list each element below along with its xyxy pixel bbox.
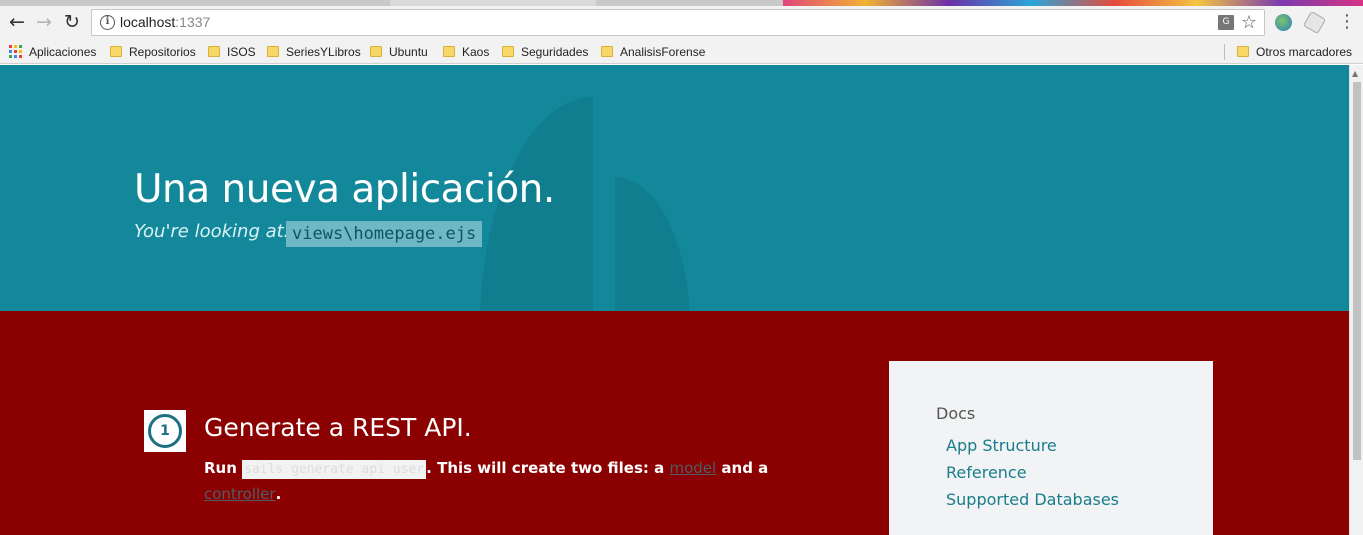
step-text: . [275, 485, 282, 503]
bookmark-label: Seguridades [521, 44, 589, 59]
step-text: . This will create two files: a [426, 459, 665, 477]
folder-icon [370, 46, 382, 57]
bookmarks-divider [1224, 44, 1225, 60]
bookmark-folder[interactable]: ISOS [208, 43, 256, 60]
bookmark-folder[interactable]: Kaos [443, 43, 489, 60]
bookmark-folder[interactable]: AnalisisForense [601, 43, 705, 60]
view-filename: views\homepage.ejs [286, 221, 483, 247]
bookmark-label: Otros marcadores [1256, 44, 1353, 59]
sailboat-logo-shape [615, 177, 690, 311]
docs-link-supported-databases[interactable]: Supported Databases [946, 490, 1119, 509]
extension-globe-icon[interactable] [1275, 14, 1292, 31]
bookmark-folder[interactable]: Seguridades [502, 43, 588, 60]
scroll-up-arrow-icon[interactable]: ▲ [1352, 69, 1358, 78]
url-host: localhost [120, 14, 176, 30]
page-title: Una nueva aplicación. [134, 167, 555, 212]
bookmark-folder[interactable]: SeriesYLibros [267, 43, 361, 60]
translate-icon[interactable]: G [1218, 15, 1234, 30]
apps-grid-icon [9, 45, 22, 58]
step-text: and a [721, 459, 769, 477]
docs-panel: Docs App Structure Reference Supported D… [889, 361, 1213, 535]
scrollbar-thumb[interactable] [1353, 82, 1361, 460]
getting-started-section: 1 Generate a REST API. Run sails generat… [0, 311, 1349, 535]
bookmark-label: Ubuntu [389, 44, 428, 59]
folder-icon [110, 46, 122, 57]
hero-banner: Una nueva aplicación. You're looking at:… [0, 65, 1349, 311]
step-number-badge: 1 [144, 410, 186, 452]
docs-link-app-structure[interactable]: App Structure [946, 436, 1057, 455]
command-snippet: sails generate api user [242, 460, 427, 479]
folder-icon [502, 46, 514, 57]
arrow-right-icon: → [36, 11, 52, 33]
docs-link-reference[interactable]: Reference [946, 463, 1027, 482]
run-label: Run [204, 459, 237, 477]
page-viewport: Una nueva aplicación. You're looking at:… [0, 65, 1363, 535]
docs-heading: Docs [936, 404, 976, 423]
bookmark-folder[interactable]: Ubuntu [370, 43, 428, 60]
star-icon[interactable]: ☆ [1241, 12, 1257, 33]
bookmark-folder[interactable]: Repositorios [110, 43, 196, 60]
address-bar[interactable]: i localhost:1337 G ☆ [91, 9, 1265, 36]
back-button[interactable]: ← [4, 9, 30, 35]
bookmarks-bar: Aplicaciones Repositorios ISOS SeriesYLi… [0, 39, 1363, 64]
reload-button[interactable]: ↻ [59, 9, 85, 35]
step-number: 1 [148, 414, 182, 448]
folder-icon [267, 46, 279, 57]
url-port: :1337 [175, 14, 211, 30]
folder-icon [443, 46, 455, 57]
bookmark-label: AnalisisForense [620, 44, 706, 59]
reload-icon: ↻ [64, 11, 80, 33]
kebab-menu-icon[interactable]: ⋮ [1338, 12, 1356, 32]
browser-toolbar: ← → ↻ i localhost:1337 G ☆ ⋮ [0, 6, 1363, 39]
step-description: Run sails generate api user. This will c… [204, 456, 824, 507]
controller-link[interactable]: controller [204, 485, 276, 503]
folder-icon [601, 46, 613, 57]
folder-icon [208, 46, 220, 57]
vertical-scrollbar[interactable]: ▲ [1349, 65, 1363, 535]
bookmark-label: Repositorios [129, 44, 196, 59]
model-link[interactable]: model [669, 459, 716, 477]
folder-icon [1237, 46, 1249, 57]
bookmark-other-folder[interactable]: Otros marcadores [1237, 43, 1352, 60]
extension-hexagon-icon[interactable] [1302, 10, 1327, 35]
bookmark-label: Aplicaciones [29, 44, 97, 59]
bookmark-label: ISOS [227, 44, 256, 59]
step-title: Generate a REST API. [204, 413, 472, 442]
bookmark-label: Kaos [462, 44, 490, 59]
bookmark-label: SeriesYLibros [286, 44, 361, 59]
forward-button[interactable]: → [31, 9, 57, 35]
url-text[interactable]: localhost:1337 [120, 14, 210, 30]
info-icon[interactable]: i [100, 15, 115, 30]
arrow-left-icon: ← [9, 11, 25, 33]
page-subtitle: You're looking at: [134, 221, 290, 242]
bookmark-apps[interactable]: Aplicaciones [9, 43, 96, 60]
